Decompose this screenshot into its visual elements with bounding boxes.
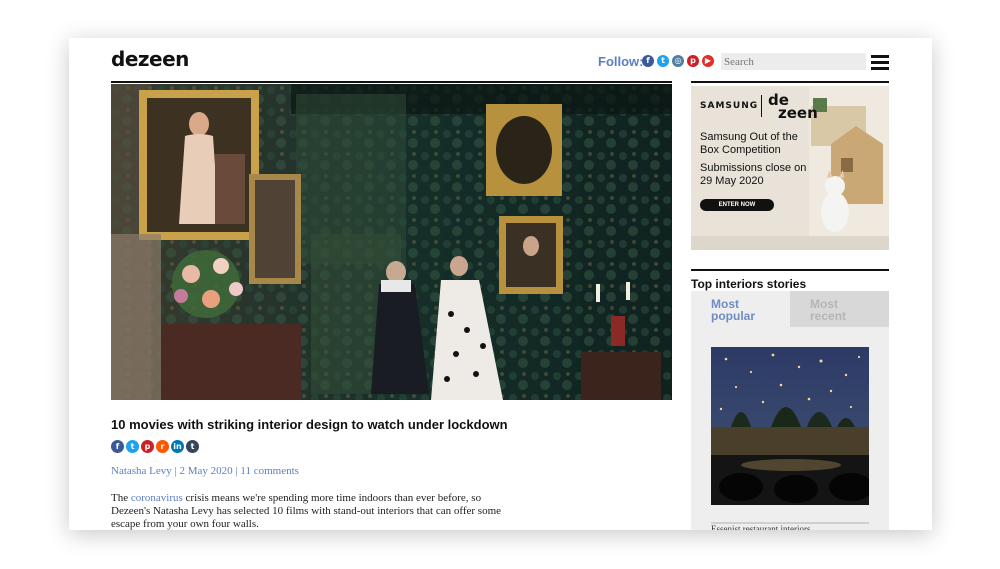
- share-twitter-icon[interactable]: t: [126, 440, 139, 453]
- article-intro: The coronavirus crisis means we're spend…: [111, 492, 511, 530]
- tab-most-recent[interactable]: Most recent: [790, 291, 889, 327]
- instagram-icon[interactable]: ◎: [672, 55, 684, 67]
- tab-label-line2: recent: [810, 309, 847, 323]
- pinterest-icon[interactable]: p: [687, 55, 699, 67]
- ad-subline: Submissions close on 29 May 2020: [700, 162, 807, 187]
- hero-image[interactable]: [111, 84, 672, 400]
- ad-logo-divider: [761, 95, 762, 117]
- follow-label: Follow:: [598, 54, 644, 69]
- youtube-icon[interactable]: ▶: [702, 55, 714, 67]
- share-tumblr-icon[interactable]: t: [186, 440, 199, 453]
- samsung-logo: SAMSUNG: [700, 101, 759, 111]
- top-stories-divider: [691, 269, 889, 271]
- coronavirus-link[interactable]: coronavirus: [131, 492, 183, 504]
- intro-text-start: The: [111, 492, 131, 504]
- author-link[interactable]: Natasha Levy: [111, 465, 172, 477]
- share-linkedin-icon[interactable]: in: [171, 440, 184, 453]
- article-title[interactable]: 10 movies with striking interior design …: [111, 417, 508, 432]
- dezeen-ad-logo: de zeen: [768, 93, 818, 121]
- share-facebook-icon[interactable]: f: [111, 440, 124, 453]
- tab-label-line2: popular: [711, 309, 755, 323]
- page-card: dezeen Follow: f t ◎ p ▶ Search 10 movie…: [69, 38, 932, 530]
- next-story-item[interactable]: Essenist restaurant interiors: [711, 522, 869, 530]
- article-byline: Natasha Levy | 2 May 2020 | 11 comments: [111, 465, 299, 477]
- byline-separator: |: [174, 465, 177, 477]
- search-input[interactable]: [721, 53, 866, 70]
- ad-headline: Samsung Out of the Box Competition: [700, 131, 798, 156]
- site-logo[interactable]: dezeen: [111, 47, 189, 71]
- share-reddit-icon[interactable]: r: [156, 440, 169, 453]
- enter-now-button[interactable]: ENTER NOW: [700, 199, 774, 211]
- advertisement-banner[interactable]: SAMSUNG de zeen Samsung Out of the Box Co…: [691, 86, 889, 250]
- comments-link[interactable]: 11 comments: [240, 465, 299, 477]
- twitter-icon[interactable]: t: [657, 55, 669, 67]
- story-thumbnail[interactable]: [711, 347, 869, 505]
- byline-separator: |: [235, 465, 238, 477]
- share-pinterest-icon[interactable]: p: [141, 440, 154, 453]
- facebook-icon[interactable]: f: [642, 55, 654, 67]
- top-stories-heading: Top interiors stories: [691, 277, 807, 291]
- header-divider: [111, 81, 672, 83]
- publish-date: 2 May 2020: [179, 465, 233, 477]
- tab-most-popular[interactable]: Most popular: [691, 291, 790, 327]
- hamburger-menu-icon[interactable]: [871, 55, 889, 70]
- sidebar-divider: [691, 81, 889, 83]
